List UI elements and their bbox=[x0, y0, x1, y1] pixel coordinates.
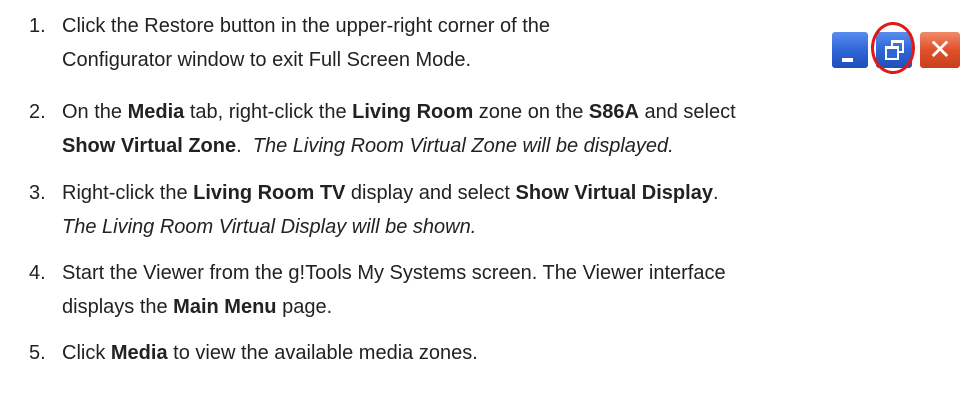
step-text-segment: page. bbox=[276, 296, 333, 318]
step-line: Click Media to view the available media … bbox=[62, 336, 478, 370]
step-text-segment: tab, right-click the bbox=[184, 101, 353, 123]
step-text-segment: zone on the bbox=[473, 101, 589, 123]
step-text-segment: and select bbox=[638, 101, 736, 123]
bold-term: Media bbox=[110, 342, 168, 364]
step-text-segment: Right-click the bbox=[62, 182, 194, 204]
step-text: Click the Restore button in the upper-ri… bbox=[62, 9, 550, 77]
step-text: Right-click the Living Room TV display a… bbox=[62, 176, 719, 244]
step-text-segment: . bbox=[712, 182, 719, 204]
step-text: Start the Viewer from the g!Tools My Sys… bbox=[62, 256, 726, 324]
bold-term: Main Menu bbox=[173, 296, 277, 318]
bold-term: S86A bbox=[588, 101, 639, 123]
step-line: On the Media tab, right-click the Living… bbox=[62, 95, 736, 129]
step-text-segment: Start the Viewer from the g!Tools My Sys… bbox=[62, 262, 726, 284]
step-number: 3. bbox=[29, 182, 46, 204]
minimize-icon bbox=[842, 58, 853, 62]
step-text-segment: Click bbox=[62, 342, 111, 364]
window-control-buttons: ✕ bbox=[826, 22, 967, 78]
step-line: Start the Viewer from the g!Tools My Sys… bbox=[62, 256, 726, 290]
step-number: 1. bbox=[29, 15, 46, 37]
step-text-segment: Configurator window to exit Full Screen … bbox=[62, 49, 472, 71]
bold-term: Media bbox=[127, 101, 185, 123]
bold-term: Show Virtual Display bbox=[515, 182, 713, 204]
step-text-segment: On the bbox=[62, 101, 128, 123]
step-text-segment: Click the Restore button in the upper-ri… bbox=[62, 15, 551, 37]
step-line: Show Virtual Zone. The Living Room Virtu… bbox=[62, 129, 736, 163]
step-line: displays the Main Menu page. bbox=[62, 290, 726, 324]
restore-button[interactable] bbox=[874, 30, 914, 70]
step-text-segment: . bbox=[236, 135, 253, 157]
step-line: Click the Restore button in the upper-ri… bbox=[62, 9, 550, 43]
restore-icon-front bbox=[885, 46, 899, 60]
step-number: 5. bbox=[29, 342, 46, 364]
step-line: Configurator window to exit Full Screen … bbox=[62, 43, 550, 77]
italic-note: The Living Room Virtual Zone will be dis… bbox=[252, 135, 674, 157]
step-line: The Living Room Virtual Display will be … bbox=[62, 210, 719, 244]
close-icon: ✕ bbox=[928, 33, 952, 66]
step-text-segment: display and select bbox=[345, 182, 516, 204]
italic-note: The Living Room Virtual Display will be … bbox=[62, 216, 477, 238]
close-button[interactable]: ✕ bbox=[918, 30, 962, 70]
bold-term: Show Virtual Zone bbox=[62, 135, 237, 157]
step-text: Click Media to view the available media … bbox=[62, 336, 478, 370]
step-line: Right-click the Living Room TV display a… bbox=[62, 176, 719, 210]
step-text-segment: displays the bbox=[62, 296, 174, 318]
step-number: 2. bbox=[29, 101, 46, 123]
step-number: 4. bbox=[29, 262, 46, 284]
bold-term: Living Room bbox=[352, 101, 474, 123]
step-text: On the Media tab, right-click the Living… bbox=[62, 95, 736, 163]
minimize-button[interactable] bbox=[830, 30, 870, 70]
step-text-segment: to view the available media zones. bbox=[167, 342, 478, 364]
bold-term: Living Room TV bbox=[193, 182, 346, 204]
